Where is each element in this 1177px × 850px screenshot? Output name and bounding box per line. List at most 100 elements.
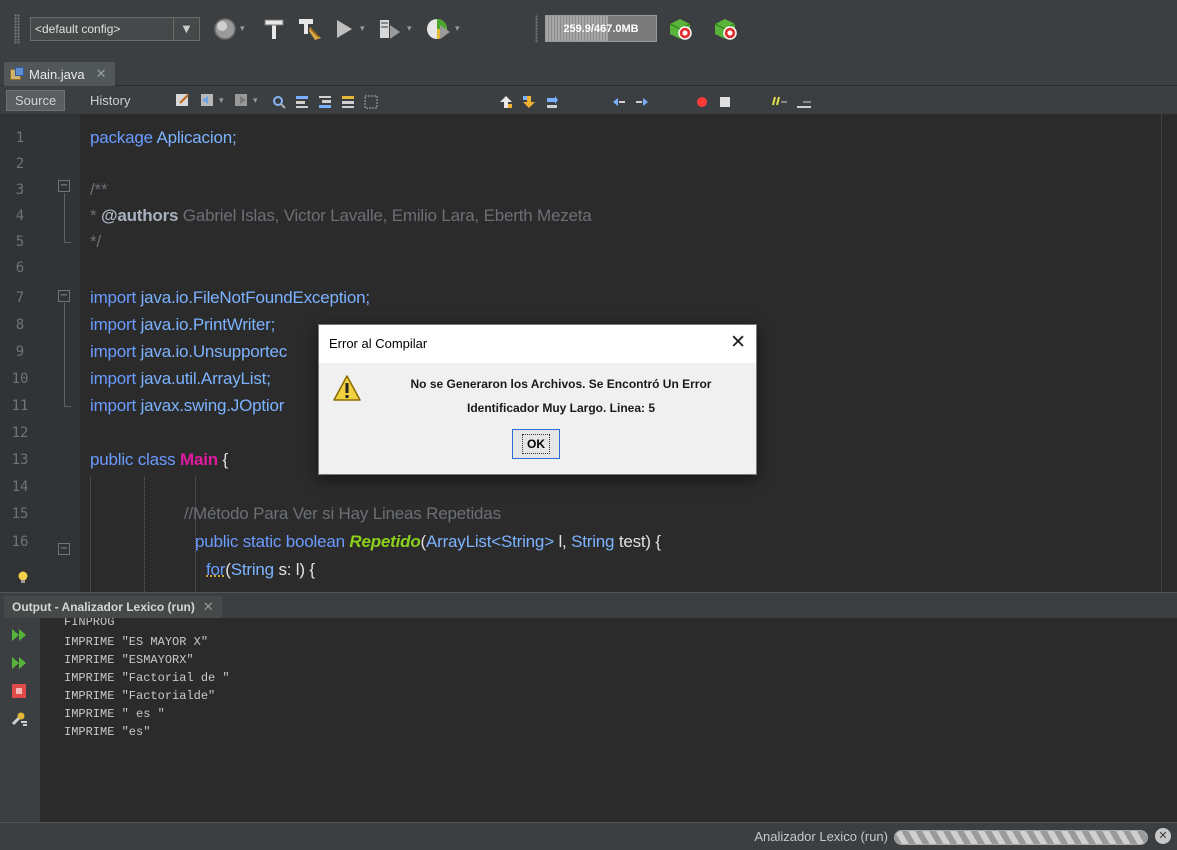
back-icon[interactable] bbox=[198, 91, 216, 109]
fold-guide bbox=[64, 193, 65, 243]
code-line-10: import java.util.ArrayList; bbox=[90, 369, 271, 389]
fold-toggle-icon[interactable]: − bbox=[58, 543, 70, 555]
stop-icon[interactable] bbox=[10, 682, 28, 700]
line-number: 16 bbox=[11, 534, 29, 550]
keyword: package bbox=[90, 128, 153, 147]
clean-build-icon[interactable] bbox=[297, 17, 323, 41]
keyword: import bbox=[90, 315, 137, 334]
toolbar-separator bbox=[535, 15, 538, 43]
shift-right-icon[interactable] bbox=[635, 95, 649, 109]
tab-main-java[interactable]: Main.java ✕ bbox=[4, 62, 115, 86]
keyword: public static boolean bbox=[195, 532, 345, 551]
code-text: Aplicacion; bbox=[152, 128, 237, 147]
ok-button[interactable]: OK bbox=[512, 429, 560, 459]
toggle-bookmark-icon[interactable] bbox=[545, 95, 559, 109]
cancel-task-icon[interactable]: ✕ bbox=[1155, 828, 1171, 844]
comment-text: Gabriel Islas, Victor Lavalle, Emilio La… bbox=[178, 206, 592, 225]
line-number: 13 bbox=[11, 452, 29, 468]
comment-icon[interactable] bbox=[772, 95, 788, 109]
bulb-icon[interactable] bbox=[16, 570, 30, 584]
stop-macro-recording-icon[interactable] bbox=[718, 95, 732, 109]
line-number: 2 bbox=[15, 156, 25, 172]
output-line: IMPRIME "es" bbox=[64, 725, 151, 739]
toggle-rectangular-selection-icon[interactable] bbox=[364, 95, 378, 109]
output-line: IMPRIME "Factorialde" bbox=[64, 689, 216, 703]
rerun-with-options-icon[interactable] bbox=[10, 654, 28, 672]
output-line: IMPRIME "ES MAYOR X" bbox=[64, 635, 209, 649]
toggle-highlight-icon[interactable] bbox=[341, 95, 355, 109]
output-console[interactable]: FINPROG IMPRIME "ES MAYOR X" IMPRIME "ES… bbox=[40, 618, 1177, 822]
globe-icon[interactable] bbox=[212, 17, 238, 41]
editor-gutter: 1 2 3 4 5 6 7 8 9 10 11 12 13 14 15 16 −… bbox=[0, 114, 80, 592]
code-line-13: public class Main { bbox=[90, 450, 228, 470]
status-bar: Analizador Lexico (run) ✕ bbox=[0, 822, 1177, 850]
keyword: for bbox=[206, 560, 226, 579]
code-text: javax.swing.JOptior bbox=[136, 396, 285, 415]
tab-history[interactable]: History bbox=[82, 90, 138, 111]
forward-icon[interactable] bbox=[232, 91, 250, 109]
keyword: import bbox=[90, 342, 137, 361]
next-bookmark-icon[interactable] bbox=[522, 95, 536, 109]
warning-icon bbox=[333, 375, 361, 401]
indent-guide bbox=[90, 477, 91, 592]
config-select[interactable]: <default config> ▼ bbox=[30, 17, 200, 41]
uncomment-icon[interactable] bbox=[796, 95, 812, 109]
start-macro-recording-icon[interactable] bbox=[695, 95, 709, 109]
method-name: Repetido bbox=[349, 532, 421, 551]
shift-left-icon[interactable] bbox=[612, 95, 626, 109]
last-edit-icon[interactable] bbox=[174, 91, 192, 109]
editor-tab-bar: Main.java ✕ bbox=[0, 58, 1177, 86]
profile-icon[interactable] bbox=[425, 17, 451, 41]
dialog-message-line-2: Identificador Muy Largo. Linea: 5 bbox=[466, 401, 656, 415]
fold-toggle-icon[interactable]: − bbox=[58, 180, 70, 192]
comment-prefix: * bbox=[90, 206, 101, 225]
dialog-title: Error al Compilar bbox=[329, 336, 428, 351]
tab-main-java-label: Main.java bbox=[29, 66, 85, 82]
find-previous-icon[interactable] bbox=[295, 95, 309, 109]
settings-icon[interactable] bbox=[10, 710, 28, 728]
rerun-icon[interactable] bbox=[10, 626, 28, 644]
toolbar-grip[interactable] bbox=[14, 14, 20, 44]
debug-dropdown-icon[interactable]: ▾ bbox=[407, 24, 412, 34]
tab-output[interactable]: Output - Analizador Lexico (run) ✕ bbox=[4, 596, 222, 618]
chevron-down-icon[interactable]: ▼ bbox=[173, 18, 199, 40]
line-number: 4 bbox=[15, 208, 25, 224]
find-selection-icon[interactable] bbox=[272, 95, 286, 109]
java-file-icon bbox=[10, 67, 24, 81]
fold-toggle-icon[interactable]: − bbox=[58, 290, 70, 302]
close-icon[interactable]: ✕ bbox=[203, 599, 214, 615]
code-text: java.util.ArrayList; bbox=[136, 369, 271, 388]
debug-icon[interactable] bbox=[377, 17, 403, 41]
code-line-17: for(String s: l) { bbox=[206, 560, 315, 580]
output-line: IMPRIME " es " bbox=[64, 707, 165, 721]
dialog-message-line-1: No se Generaron los Archivos. Se Encontr… bbox=[410, 377, 712, 391]
line-number: 3 bbox=[15, 182, 25, 198]
code-text: test) { bbox=[614, 532, 661, 551]
dialog-title-bar[interactable]: Error al Compilar ✕ bbox=[319, 325, 756, 363]
run-dropdown-icon[interactable]: ▾ bbox=[360, 24, 365, 34]
memory-gauge[interactable]: 259.9/467.0MB bbox=[545, 15, 657, 42]
task-progress-fill bbox=[895, 831, 1147, 844]
previous-bookmark-icon[interactable] bbox=[499, 95, 513, 109]
profile-dropdown-icon[interactable]: ▾ bbox=[455, 24, 460, 34]
find-next-icon[interactable] bbox=[318, 95, 332, 109]
line-number: 11 bbox=[11, 398, 29, 414]
tab-source[interactable]: Source bbox=[6, 90, 66, 111]
line-number: 8 bbox=[15, 317, 25, 333]
output-tab-label: Output - Analizador Lexico (run) bbox=[12, 600, 195, 614]
back-dropdown-icon[interactable]: ▾ bbox=[219, 96, 224, 106]
hammer-icon[interactable] bbox=[262, 17, 286, 41]
code-line-3: /** bbox=[90, 180, 108, 199]
gc-icon[interactable] bbox=[666, 17, 694, 41]
running-task-label[interactable]: Analizador Lexico (run) bbox=[754, 829, 888, 844]
close-icon[interactable]: ✕ bbox=[730, 331, 746, 353]
memory-gauge-label: 259.9/467.0MB bbox=[563, 23, 639, 35]
gc-all-icon[interactable] bbox=[711, 17, 739, 41]
line-number: 5 bbox=[15, 234, 25, 250]
task-progress-bar[interactable] bbox=[894, 830, 1148, 845]
forward-dropdown-icon[interactable]: ▾ bbox=[253, 96, 258, 106]
close-icon[interactable]: ✕ bbox=[96, 66, 107, 82]
line-number: 10 bbox=[11, 371, 29, 387]
run-icon[interactable] bbox=[333, 17, 355, 41]
globe-dropdown-icon[interactable]: ▾ bbox=[240, 24, 245, 34]
